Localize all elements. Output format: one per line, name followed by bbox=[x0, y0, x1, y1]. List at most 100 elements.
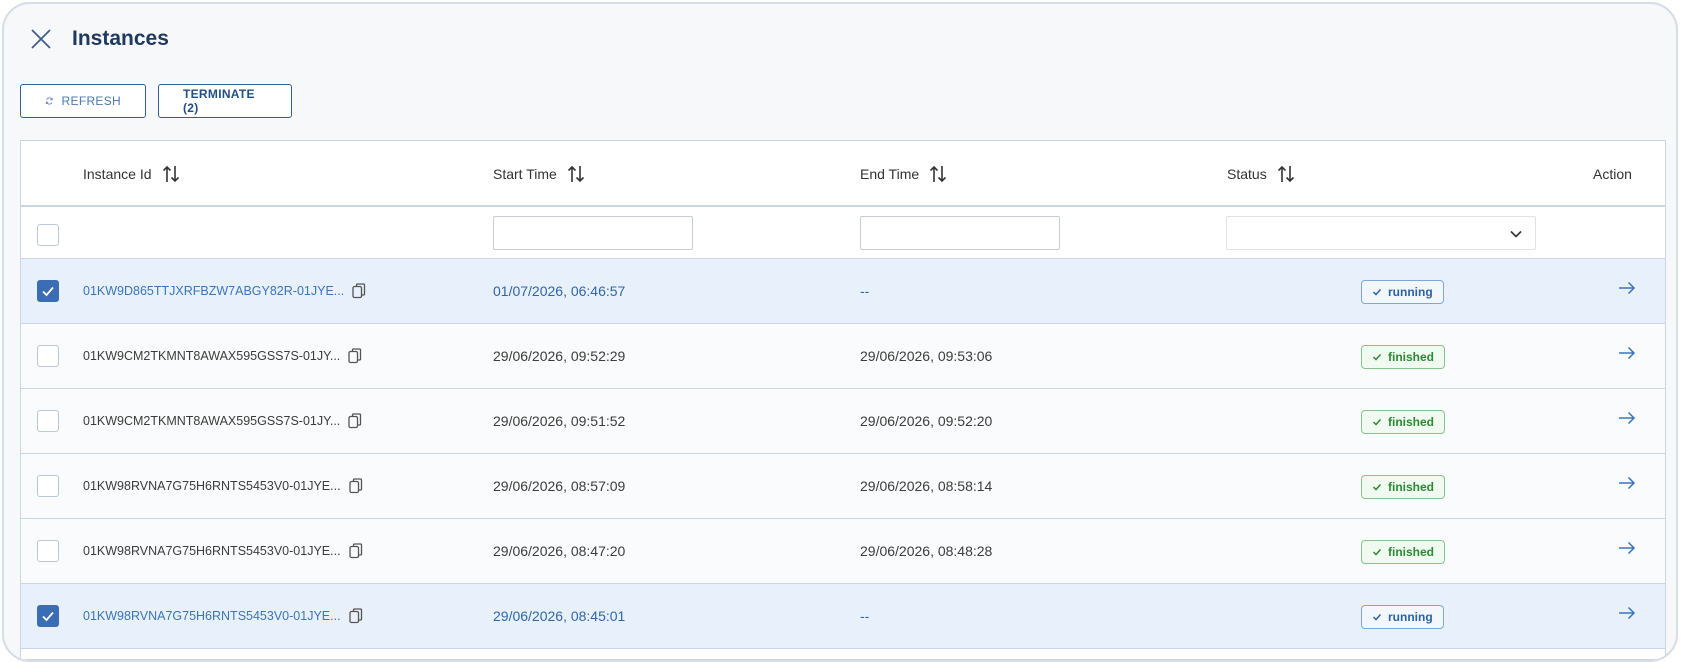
end-time-cell: -- bbox=[860, 608, 870, 624]
copy-icon[interactable] bbox=[348, 608, 363, 624]
copy-icon[interactable] bbox=[348, 348, 362, 364]
check-icon bbox=[1372, 548, 1382, 556]
panel-header: Instances bbox=[24, 22, 169, 56]
sort-icon[interactable] bbox=[567, 164, 585, 184]
table-row[interactable]: 01KW9CM2TKMNT8AWAX595GSS7S-01JY... 29/06/… bbox=[21, 324, 1665, 389]
refresh-button[interactable]: REFRESH bbox=[20, 84, 146, 118]
select-all-checkbox[interactable] bbox=[37, 224, 59, 246]
close-button[interactable] bbox=[24, 22, 58, 56]
instance-id-cell: 01KW9D865TTJXRFBZW7ABGY82R-01JYE... bbox=[83, 259, 366, 323]
start-time-cell: 29/06/2026, 08:47:20 bbox=[493, 543, 626, 559]
copy-icon[interactable] bbox=[348, 413, 362, 429]
arrow-right-icon bbox=[1619, 411, 1636, 425]
instance-id-cell: 01KW9CM2TKMNT8AWAX595GSS7S-01JY... bbox=[83, 324, 362, 388]
check-icon bbox=[1372, 483, 1382, 491]
end-time-cell: 29/06/2026, 09:53:06 bbox=[860, 348, 993, 364]
instance-id-link[interactable]: 01KW9CM2TKMNT8AWAX595GSS7S-01JY... bbox=[83, 414, 340, 428]
instance-id-cell: 01KW9CM2TKMNT8AWAX595GSS7S-01JY... bbox=[83, 389, 362, 453]
column-header-status[interactable]: Status bbox=[1227, 141, 1295, 207]
instances-panel: Instances REFRESH TERMINATE (2) Instance… bbox=[2, 2, 1678, 662]
status-filter-select[interactable] bbox=[1226, 216, 1536, 250]
table-header: Instance Id Start Time End Time Status A… bbox=[21, 141, 1665, 207]
status-label: finished bbox=[1388, 415, 1435, 429]
status-badge: finished bbox=[1361, 345, 1446, 369]
copy-icon[interactable] bbox=[352, 283, 366, 299]
end-time-cell: -- bbox=[860, 283, 870, 299]
page-title: Instances bbox=[72, 27, 169, 50]
row-checkbox[interactable] bbox=[37, 410, 59, 432]
start-time-cell: 29/06/2026, 09:52:29 bbox=[493, 348, 626, 364]
open-instance-button[interactable] bbox=[1618, 476, 1636, 495]
end-time-cell: 29/06/2026, 09:52:20 bbox=[860, 413, 993, 429]
table-row[interactable]: 01KW98RVNA7G75H6RNTS5453V0-01JYE... 29/06… bbox=[21, 584, 1665, 649]
table-row[interactable]: 01KW98RVNA7G75H6RNTS5453V0-01JYE... 29/06… bbox=[21, 454, 1665, 519]
status-label: finished bbox=[1388, 350, 1435, 364]
arrow-right-icon bbox=[1619, 606, 1636, 620]
open-instance-button[interactable] bbox=[1618, 281, 1636, 300]
end-time-cell: 29/06/2026, 08:48:28 bbox=[860, 543, 993, 559]
instance-id-link[interactable]: 01KW9CM2TKMNT8AWAX595GSS7S-01JY... bbox=[83, 349, 340, 363]
status-label: running bbox=[1388, 285, 1433, 299]
filter-row bbox=[21, 207, 1665, 259]
start-time-cell: 29/06/2026, 08:57:09 bbox=[493, 478, 626, 494]
sort-icon[interactable] bbox=[929, 164, 947, 184]
instance-id-link[interactable]: 01KW98RVNA7G75H6RNTS5453V0-01JYE... bbox=[83, 609, 341, 623]
check-icon bbox=[1372, 353, 1382, 361]
table-row[interactable]: 01KW98RVNA7G75H6RNTS5453V0-01JYE... 29/06… bbox=[21, 519, 1665, 584]
chevron-down-icon bbox=[1510, 230, 1522, 238]
sort-icon[interactable] bbox=[1277, 164, 1295, 184]
end-time-filter-input[interactable] bbox=[860, 216, 1060, 250]
open-instance-button[interactable] bbox=[1618, 541, 1636, 560]
table-row[interactable]: 01KW9CM2TKMNT8AWAX595GSS7S-01JY... 29/06/… bbox=[21, 389, 1665, 454]
column-header-instance-id[interactable]: Instance Id bbox=[83, 141, 180, 207]
start-time-cell: 29/06/2026, 09:51:52 bbox=[493, 413, 626, 429]
status-badge: finished bbox=[1361, 475, 1446, 499]
column-label: Start Time bbox=[493, 166, 557, 182]
instance-id-link[interactable]: 01KW9D865TTJXRFBZW7ABGY82R-01JYE... bbox=[83, 284, 344, 298]
refresh-icon bbox=[45, 97, 53, 105]
copy-icon[interactable] bbox=[348, 543, 363, 559]
check-icon bbox=[42, 286, 54, 297]
terminate-button[interactable]: TERMINATE (2) bbox=[158, 84, 292, 118]
instance-id-cell: 01KW98RVNA7G75H6RNTS5453V0-01JYE... bbox=[83, 454, 363, 518]
terminate-label: TERMINATE (2) bbox=[183, 87, 255, 115]
check-icon bbox=[1372, 288, 1382, 296]
row-checkbox[interactable] bbox=[37, 280, 59, 302]
copy-icon[interactable] bbox=[348, 478, 363, 494]
status-badge: finished bbox=[1361, 540, 1446, 564]
status-badge: running bbox=[1361, 280, 1444, 304]
check-icon bbox=[42, 611, 54, 622]
column-header-start-time[interactable]: Start Time bbox=[493, 141, 585, 207]
open-instance-button[interactable] bbox=[1618, 346, 1636, 365]
status-badge: finished bbox=[1361, 410, 1446, 434]
column-label: Action bbox=[1593, 166, 1632, 182]
arrow-right-icon bbox=[1619, 346, 1636, 360]
row-checkbox[interactable] bbox=[37, 540, 59, 562]
column-label: Status bbox=[1227, 166, 1267, 182]
open-instance-button[interactable] bbox=[1618, 606, 1636, 625]
start-time-filter-input[interactable] bbox=[493, 216, 693, 250]
check-icon bbox=[1372, 613, 1382, 621]
status-label: finished bbox=[1388, 480, 1435, 494]
start-time-cell: 01/07/2026, 06:46:57 bbox=[493, 283, 626, 299]
status-badge: running bbox=[1361, 605, 1444, 629]
toolbar: REFRESH TERMINATE (2) bbox=[20, 84, 292, 118]
row-checkbox[interactable] bbox=[37, 475, 59, 497]
row-checkbox[interactable] bbox=[37, 345, 59, 367]
refresh-label: REFRESH bbox=[61, 94, 121, 108]
instance-id-link[interactable]: 01KW98RVNA7G75H6RNTS5453V0-01JYE... bbox=[83, 544, 341, 558]
column-label: Instance Id bbox=[83, 166, 152, 182]
instance-id-cell: 01KW98RVNA7G75H6RNTS5453V0-01JYE... bbox=[83, 584, 363, 648]
table-row[interactable]: 01KW9D865TTJXRFBZW7ABGY82R-01JYE... 01/07… bbox=[21, 259, 1665, 324]
open-instance-button[interactable] bbox=[1618, 411, 1636, 430]
sort-icon[interactable] bbox=[162, 164, 180, 184]
instances-table: Instance Id Start Time End Time Status A… bbox=[20, 140, 1666, 660]
start-time-cell: 29/06/2026, 08:45:01 bbox=[493, 608, 626, 624]
close-icon bbox=[31, 29, 51, 49]
arrow-right-icon bbox=[1619, 281, 1636, 295]
column-header-end-time[interactable]: End Time bbox=[860, 141, 947, 207]
row-checkbox[interactable] bbox=[37, 605, 59, 627]
arrow-right-icon bbox=[1619, 541, 1636, 555]
status-label: finished bbox=[1388, 545, 1435, 559]
instance-id-link[interactable]: 01KW98RVNA7G75H6RNTS5453V0-01JYE... bbox=[83, 479, 341, 493]
